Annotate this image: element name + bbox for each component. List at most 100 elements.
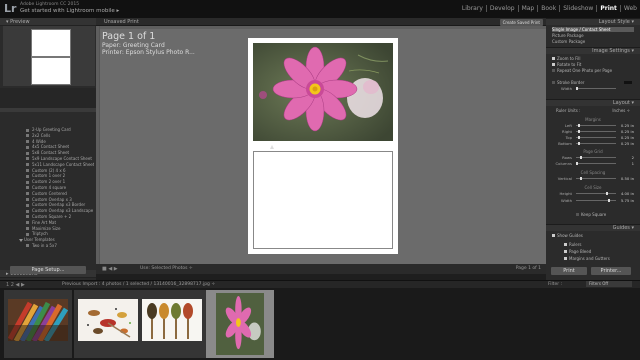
stroke-border-checkbox[interactable]: Stroke Border (552, 80, 634, 85)
lightroom-logo-icon: Lr (4, 2, 17, 15)
checkbox-icon (576, 213, 579, 216)
page-bleed-checkbox[interactable]: Page Bleed (552, 249, 634, 254)
slider-knob[interactable] (580, 156, 582, 159)
page-setup-button[interactable]: Page Setup... (10, 266, 86, 274)
use-photos-select[interactable]: Use: Selected Photos ÷ (140, 266, 193, 271)
module-map[interactable]: Map (519, 5, 539, 12)
print-cell-photo[interactable] (253, 43, 393, 141)
slider-knob[interactable] (578, 124, 580, 127)
slider-value[interactable]: 5.75 in (618, 198, 634, 203)
top-bar: Lr Adobe Lightroom CC 2015 Get started w… (0, 0, 640, 18)
module-slideshow[interactable]: Slideshow (560, 5, 598, 12)
slider-value[interactable]: 4.00 in (618, 191, 634, 196)
slider-track (576, 199, 616, 202)
printer-button[interactable]: Printer... (591, 267, 631, 275)
image-settings-label: Image Settings (592, 48, 630, 54)
rotate-to-fit-checkbox[interactable]: Rotate to Fit (552, 62, 634, 67)
checkbox-icon (552, 234, 555, 237)
preview-panel-header[interactable]: ▾ Preview (0, 18, 96, 26)
thumbnail-pencils[interactable] (4, 290, 72, 358)
slider-knob[interactable] (608, 199, 610, 202)
rulers-checkbox[interactable]: Rulers (552, 242, 634, 247)
horizontal-ruler (96, 26, 546, 29)
page-grid-slider[interactable]: Rows 2 (552, 155, 634, 160)
stroke-border-label: Stroke Border (557, 80, 585, 85)
page-bleed-label: Page Bleed (569, 249, 592, 254)
template-browser-gap (0, 88, 96, 108)
filter-select[interactable]: Filters Off (586, 281, 632, 287)
margins-slider[interactable]: Top 0.25 in (552, 135, 634, 140)
cosmos-flower-image (253, 43, 393, 141)
slider-value[interactable]: 0.50 in (618, 176, 634, 181)
cell-spacing-slider[interactable]: Vertical 0.50 in (552, 176, 634, 181)
spoons-image (142, 299, 202, 341)
slider-knob[interactable] (580, 177, 582, 180)
slider-value[interactable]: 0.25 in (618, 141, 634, 146)
cell-size-label: Cell Size (584, 185, 602, 190)
layout-style-single-image[interactable]: Single Image / Contact Sheet (552, 27, 634, 32)
margins-slider[interactable]: Bottom 0.25 in (552, 141, 634, 146)
template-item[interactable]: Two in a 5x7 (2, 243, 94, 249)
module-print[interactable]: Print (597, 5, 621, 12)
slider-track (576, 156, 616, 159)
spices-image (78, 299, 138, 341)
layout-style-picture-package[interactable]: Picture Package (552, 33, 634, 38)
collapse-triangle-icon: ▾ (631, 100, 634, 106)
slider-value[interactable]: 1 (618, 161, 634, 166)
filmstrip (0, 288, 640, 360)
layout-style-label: Layout Style (598, 19, 630, 25)
stroke-color-swatch[interactable] (624, 81, 632, 84)
margins-slider[interactable]: Right 0.25 in (552, 129, 634, 134)
slider-track (576, 136, 616, 139)
thumbnail-flower[interactable] (206, 290, 274, 358)
slider-value[interactable]: 0.25 in (618, 123, 634, 128)
zoom-to-fill-checkbox[interactable]: Zoom to Fill (552, 56, 634, 61)
margins-gutters-checkbox[interactable]: Margins and Gutters (552, 256, 634, 261)
print-cell-empty[interactable] (253, 151, 393, 249)
thumbnail-spoons[interactable] (138, 290, 206, 358)
slider-value[interactable]: 0.25 in (618, 135, 634, 140)
keep-square-label: Keep Square (581, 212, 607, 217)
slider-knob[interactable] (578, 136, 580, 139)
layout-label: Layout (612, 100, 630, 106)
slider-knob[interactable] (578, 130, 580, 133)
keep-square-checkbox[interactable]: Keep Square (552, 212, 634, 217)
filmstrip-source[interactable]: Previous Import : 4 photos / 1 selected … (62, 282, 215, 287)
ruler-units-select[interactable]: Inches ÷ (612, 108, 630, 113)
module-library[interactable]: Library (459, 5, 487, 12)
mouse-cursor-icon (270, 145, 274, 149)
print-toolbar: ■ ◀ ▶ Use: Selected Photos ÷ Page 1 of 1 (96, 264, 546, 274)
rulers-label: Rulers (569, 242, 582, 247)
layout-style-header[interactable]: Layout Style ▾ (546, 18, 640, 25)
show-guides-checkbox[interactable]: Show Guides (552, 233, 634, 238)
stroke-width-slider[interactable]: Width (552, 86, 634, 91)
show-guides-label: Show Guides (557, 233, 583, 238)
template-browser-list: 2-Up Greeting Card 2x2 Cells 4 Wide 4x5 Con… (2, 127, 94, 267)
margins-slider[interactable]: Left 0.25 in (552, 123, 634, 128)
module-book[interactable]: Book (538, 5, 561, 12)
slider-value[interactable]: 0.25 in (618, 129, 634, 134)
slider-knob[interactable] (578, 142, 580, 145)
page-navigation-icons[interactable]: ■ ◀ ▶ (102, 266, 118, 272)
cell-size-slider[interactable]: Width 5.75 in (552, 198, 634, 203)
thumbnail-spices[interactable] (74, 290, 142, 358)
slider-label: Rows (562, 155, 572, 160)
guides-header[interactable]: Guides ▾ (546, 224, 640, 231)
module-web[interactable]: Web (621, 5, 640, 12)
mobile-promo-link[interactable]: Get started with Lightroom mobile ▸ (20, 8, 119, 14)
page-grid-slider[interactable]: Columns 1 (552, 161, 634, 166)
slider-knob[interactable] (576, 162, 578, 165)
repeat-photo-checkbox[interactable]: Repeat One Photo per Page (552, 68, 634, 73)
layout-style-custom-package[interactable]: Custom Package (552, 39, 634, 44)
printer-info: Printer: Epson Stylus Photo R... (102, 49, 195, 56)
module-develop[interactable]: Develop (487, 5, 519, 12)
slider-knob[interactable] (576, 87, 578, 90)
image-settings-header[interactable]: Image Settings ▾ (546, 47, 640, 54)
slider-knob[interactable] (606, 192, 608, 195)
slider-label: Right (562, 129, 572, 134)
print-button[interactable]: Print (551, 267, 587, 275)
cell-size-slider[interactable]: Height 4.00 in (552, 191, 634, 196)
create-saved-print-button[interactable]: Create Saved Print (499, 19, 543, 26)
slider-value[interactable]: 2 (618, 155, 634, 160)
layout-header[interactable]: Layout ▾ (546, 99, 640, 106)
